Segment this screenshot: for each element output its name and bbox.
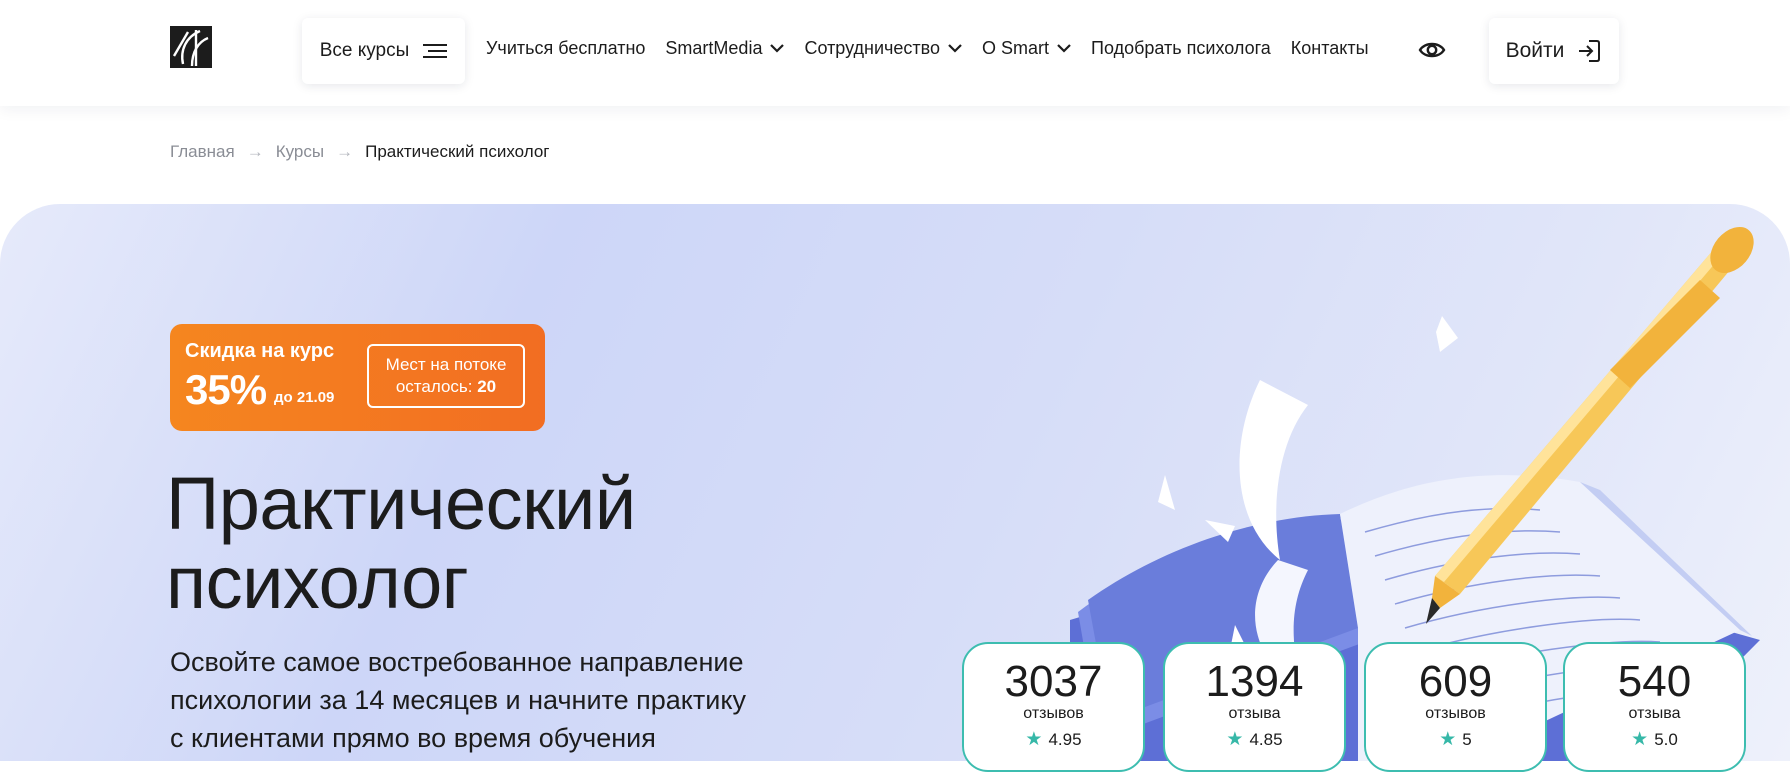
reviews-card[interactable]: 1394 отзыва ★ 4.85 [1163,642,1346,772]
reviews-rating: ★ 5.0 [1565,728,1744,751]
nav-item-label: Сотрудничество [804,37,941,58]
breadcrumb-current: Практический психолог [365,142,550,161]
breadcrumb-separator: → [336,142,354,161]
reviews-card[interactable]: 609 отзывов ★ 5 [1364,642,1547,772]
chevron-down-icon [770,43,785,53]
reviews-word: отзывов [1023,705,1084,722]
reviews-word: отзывов [1425,705,1486,722]
rating-value: 5 [1462,729,1472,749]
discount-badge: Скидка на курс 35% до 21.09 Мест на пото… [170,324,545,431]
reviews-count: 3037 [1004,657,1103,706]
page-title-line1: Практический [166,462,636,545]
all-courses-label: Все курсы [319,40,410,61]
breadcrumb: Главная → Курсы → Практический психолог [170,142,549,162]
hero-subtitle: Освойте самое востребованное направление… [170,643,870,757]
nav-item-label: Учиться бесплатно [486,37,646,58]
reviews-card[interactable]: 540 отзыва ★ 5.0 [1563,642,1746,772]
star-icon: ★ [1025,729,1043,750]
login-button[interactable]: Войти [1489,18,1619,84]
reviews-word: отзыва [1628,705,1681,722]
seats-left-badge: Мест на потоке осталось: 20 [367,344,525,408]
discount-label: Скидка на курс [185,340,335,362]
chevron-down-icon [948,43,962,53]
logo[interactable] [170,26,212,68]
breadcrumb-courses[interactable]: Курсы [276,142,324,162]
seats-left-line1: Мест на потоке [385,355,507,374]
discount-deadline: до 21.09 [274,389,335,406]
nav-item-label: О Smart [982,37,1050,58]
eye-icon[interactable] [1418,37,1446,63]
nav-item-contacts[interactable]: Контакты [1291,38,1369,59]
nav-item-about[interactable]: О Smart [982,38,1071,59]
reviews-word: отзыва [1228,705,1281,722]
reviews-rating: ★ 5 [1366,728,1545,751]
nav-item-label: SmartMedia [665,37,763,58]
discount-percent: 35% [185,366,267,413]
reviews-count: 609 [1418,657,1493,706]
nav-item-find-psychologist[interactable]: Подобрать психолога [1091,38,1271,59]
star-icon: ★ [1439,729,1457,750]
nav-item-learn-free[interactable]: Учиться бесплатно [486,38,645,59]
menu-icon [423,44,448,58]
hero-subtitle-line1: Освойте самое востребованное направление [170,647,744,677]
star-icon: ★ [1631,729,1649,750]
nav-item-label: Контакты [1290,37,1369,58]
seats-left-line2: осталось: 20 [395,377,497,396]
star-icon: ★ [1226,729,1244,750]
reviews-count: 1394 [1205,657,1304,706]
rating-value: 4.95 [1048,729,1082,749]
breadcrumb-separator: → [246,142,264,161]
breadcrumb-home[interactable]: Главная [170,142,235,162]
hero-subtitle-line2: психологии за 14 месяцев и начните практ… [170,685,746,715]
site-header: Все курсы Учиться бесплатно SmartMedia С… [0,0,1790,106]
login-label: Войти [1505,39,1565,62]
main-nav: Учиться бесплатно SmartMedia Сотрудничес… [486,36,1369,60]
login-arrow-icon [1579,40,1601,62]
reviews-count: 540 [1617,657,1692,706]
nav-item-cooperation[interactable]: Сотрудничество [804,38,962,59]
reviews-card[interactable]: 3037 отзывов ★ 4.95 [962,642,1145,772]
page-title-line2: психолог [166,541,469,624]
rating-value: 5.0 [1654,729,1678,749]
all-courses-button[interactable]: Все курсы [302,18,465,84]
seats-left-count: 20 [477,377,497,396]
nav-item-label: Подобрать психолога [1091,37,1271,58]
nav-item-smartmedia[interactable]: SmartMedia [665,37,785,59]
reviews-rating: ★ 4.95 [964,728,1143,751]
reviews-rating: ★ 4.85 [1165,728,1344,751]
chevron-down-icon [1057,43,1071,53]
rating-value: 4.85 [1249,729,1283,749]
page-title: Практический психолог [166,464,636,622]
hero-subtitle-line3: с клиентами прямо во время обучения [170,723,656,753]
